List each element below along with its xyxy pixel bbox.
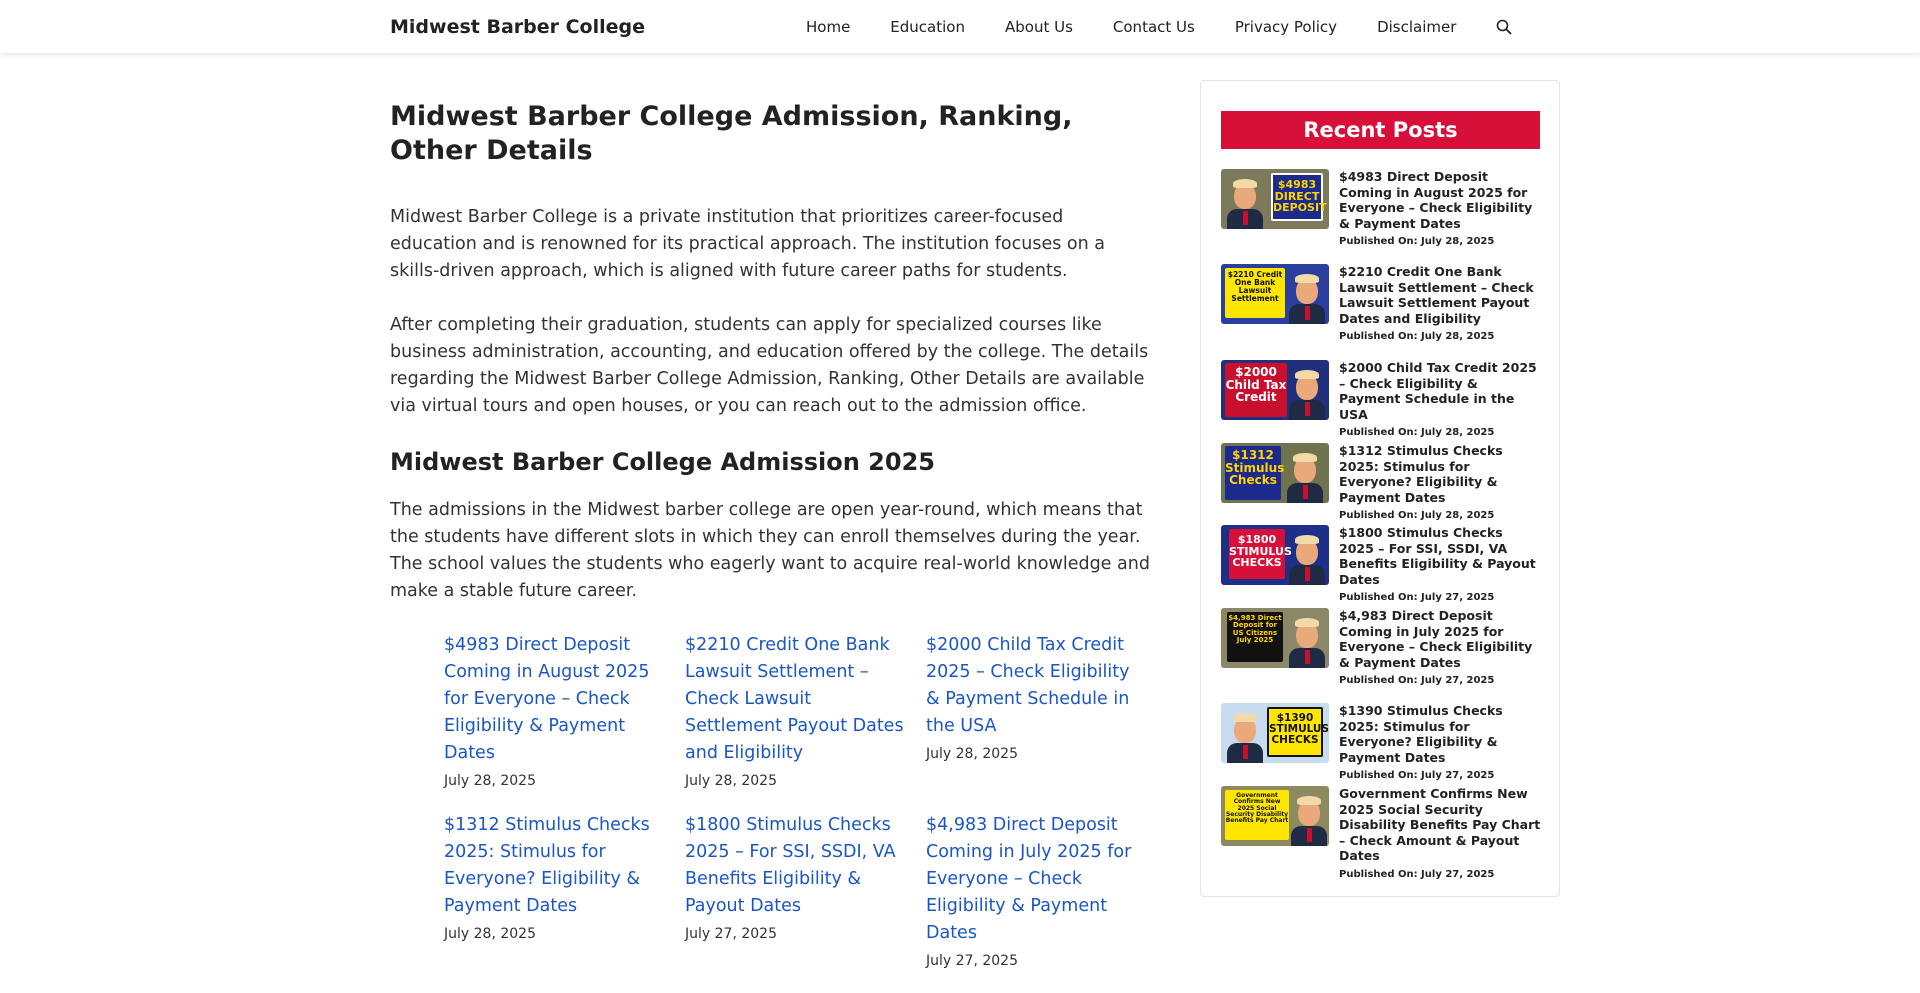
related-post: $4,983 Direct Deposit Coming in July 202… [926, 812, 1146, 969]
page-title: Midwest Barber College Admission, Rankin… [390, 101, 1073, 166]
site-title-link[interactable]: Midwest Barber College [390, 16, 645, 38]
recent-post-thumbnail[interactable]: Government Confirms New 2025 Social Secu… [1221, 786, 1329, 846]
recent-post-link[interactable]: $1390 Stimulus Checks 2025: Stimulus for… [1339, 703, 1541, 765]
related-post: $2210 Credit One Bank Lawsuit Settlement… [685, 632, 905, 789]
related-post: $1312 Stimulus Checks 2025: Stimulus for… [444, 812, 664, 942]
recent-post-thumbnail[interactable]: $2000 Child Tax Credit [1221, 360, 1329, 420]
nav-education[interactable]: Education [870, 0, 985, 54]
thumbnail-caption: $1800 STIMULUS CHECKS [1229, 529, 1292, 579]
article-paragraph: After completing their graduation, stude… [390, 315, 1149, 416]
recent-post-thumbnail[interactable]: $4,983 Direct Deposit for US Citizens Ju… [1221, 608, 1329, 668]
thumbnail-caption: $1390 STIMULUS CHECKS [1267, 707, 1329, 757]
related-post-date: July 28, 2025 [444, 926, 536, 942]
thumbnail-caption: $1312 Stimulus Checks [1225, 446, 1284, 500]
nav-home[interactable]: Home [786, 0, 870, 54]
recent-post-thumbnail[interactable]: $1800 STIMULUS CHECKS [1221, 525, 1329, 585]
recent-post-date: Published On: July 27, 2025 [1339, 868, 1495, 880]
nav-about-us[interactable]: About Us [985, 0, 1093, 54]
search-button[interactable] [1476, 0, 1512, 54]
recent-post-date: Published On: July 28, 2025 [1339, 510, 1495, 521]
thumbnail-caption: $4983 DIRECT DEPOSIT [1271, 173, 1327, 221]
sidebar: Recent Posts $4983 DIRECT DEPOSIT $4983 … [1200, 80, 1560, 897]
article-paragraph: The admissions in the Midwest barber col… [390, 500, 1150, 601]
related-post-link[interactable]: $1312 Stimulus Checks 2025: Stimulus for… [444, 812, 664, 920]
recent-post-link[interactable]: $2000 Child Tax Credit 2025 – Check Elig… [1339, 360, 1541, 422]
recent-posts-heading: Recent Posts [1221, 111, 1540, 149]
thumbnail-caption: $2000 Child Tax Credit [1225, 363, 1287, 417]
related-post-date: July 28, 2025 [685, 773, 777, 789]
section-heading: Midwest Barber College Admission 2025 [390, 448, 935, 476]
related-post-link[interactable]: $1800 Stimulus Checks 2025 – For SSI, SS… [685, 812, 905, 920]
related-post-link[interactable]: $2000 Child Tax Credit 2025 – Check Elig… [926, 632, 1146, 740]
recent-post-thumbnail[interactable]: $1390 STIMULUS CHECKS [1221, 703, 1329, 763]
recent-post-thumbnail[interactable]: $1312 Stimulus Checks [1221, 443, 1329, 503]
recent-post-link[interactable]: Government Confirms New 2025 Social Secu… [1339, 786, 1541, 864]
recent-post-date: Published On: July 28, 2025 [1339, 236, 1495, 247]
nav-disclaimer[interactable]: Disclaimer [1357, 0, 1476, 54]
search-icon [1497, 19, 1512, 35]
related-post-date: July 27, 2025 [685, 926, 777, 942]
site-header: Midwest Barber College Home Education Ab… [0, 0, 1920, 54]
related-post-date: July 28, 2025 [926, 746, 1018, 762]
recent-post-date: Published On: July 28, 2025 [1339, 427, 1495, 438]
related-post: $2000 Child Tax Credit 2025 – Check Elig… [926, 632, 1146, 762]
recent-post-link[interactable]: $1312 Stimulus Checks 2025: Stimulus for… [1339, 443, 1541, 505]
related-post-link[interactable]: $2210 Credit One Bank Lawsuit Settlement… [685, 632, 905, 767]
recent-post-link[interactable]: $2210 Credit One Bank Lawsuit Settlement… [1339, 264, 1541, 326]
recent-post-date: Published On: July 28, 2025 [1339, 331, 1495, 342]
main-nav: Home Education About Us Contact Us Priva… [786, 0, 1512, 54]
nav-privacy-policy[interactable]: Privacy Policy [1215, 0, 1357, 54]
related-post: $4983 Direct Deposit Coming in August 20… [444, 632, 664, 789]
related-post-link[interactable]: $4983 Direct Deposit Coming in August 20… [444, 632, 664, 767]
thumbnail-caption: $2210 Credit One Bank Lawsuit Settlement [1225, 268, 1285, 318]
recent-post-link[interactable]: $1800 Stimulus Checks 2025 – For SSI, SS… [1339, 525, 1541, 587]
nav-contact-us[interactable]: Contact Us [1093, 0, 1215, 54]
thumbnail-caption: $4,983 Direct Deposit for US Citizens Ju… [1227, 612, 1283, 662]
thumbnail-caption: Government Confirms New 2025 Social Secu… [1225, 790, 1289, 840]
recent-post-link[interactable]: $4,983 Direct Deposit Coming in July 202… [1339, 608, 1541, 670]
recent-post-link[interactable]: $4983 Direct Deposit Coming in August 20… [1339, 169, 1541, 231]
related-post-date: July 28, 2025 [444, 773, 536, 789]
article: Midwest Barber College Admission, Rankin… [390, 100, 1150, 632]
recent-post-thumbnail[interactable]: $2210 Credit One Bank Lawsuit Settlement [1221, 264, 1329, 324]
recent-post-date: Published On: July 27, 2025 [1339, 770, 1495, 781]
article-paragraph: Midwest Barber College is a private inst… [390, 207, 1106, 281]
related-post: $1800 Stimulus Checks 2025 – For SSI, SS… [685, 812, 905, 942]
related-post-link[interactable]: $4,983 Direct Deposit Coming in July 202… [926, 812, 1146, 947]
recent-post-date: Published On: July 27, 2025 [1339, 675, 1495, 686]
recent-post-thumbnail[interactable]: $4983 DIRECT DEPOSIT [1221, 169, 1329, 229]
recent-post-date: Published On: July 27, 2025 [1339, 592, 1495, 603]
related-post-date: July 27, 2025 [926, 953, 1018, 969]
